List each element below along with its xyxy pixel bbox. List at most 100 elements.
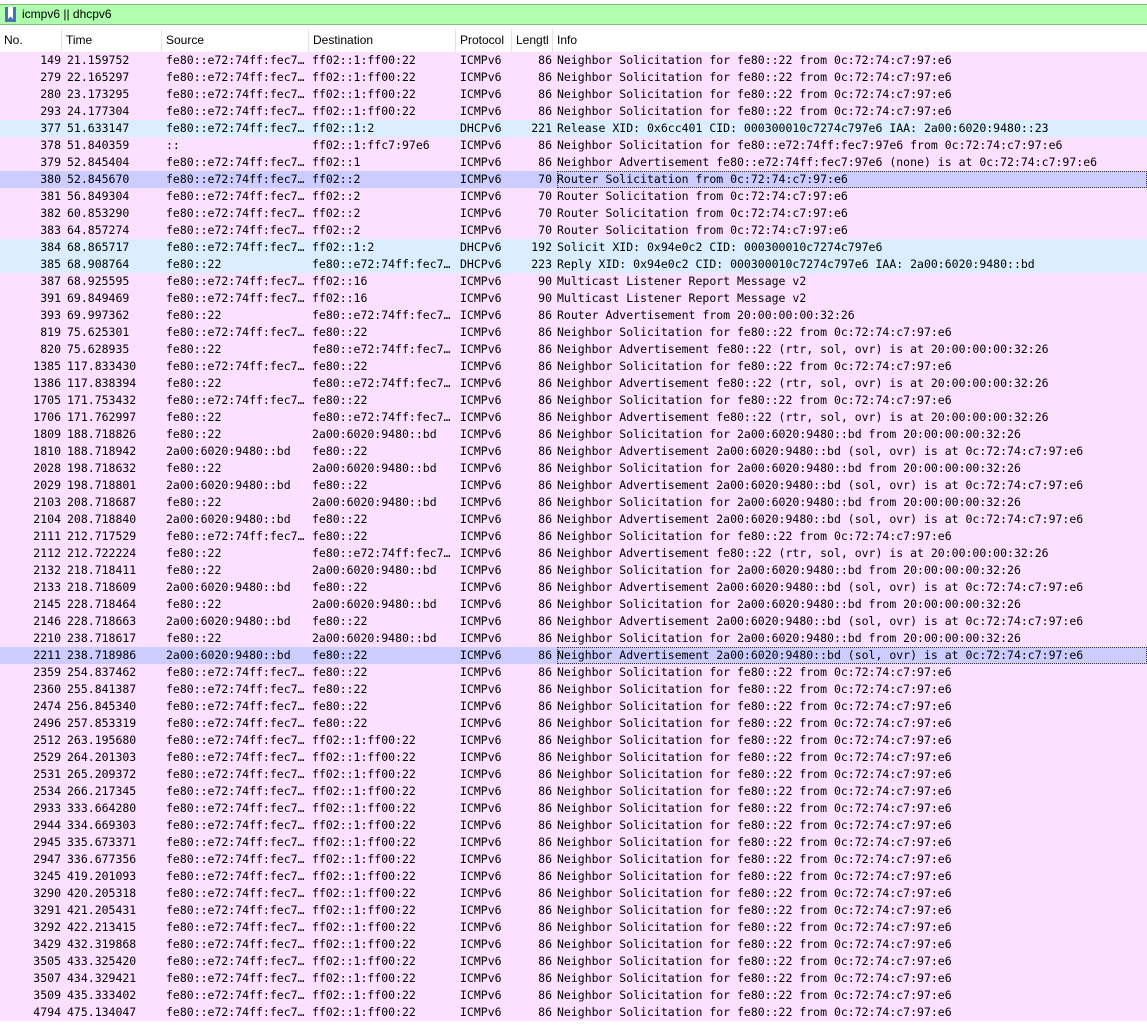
packet-time: 208.718687: [67, 495, 137, 509]
column-header-length[interactable]: Lengtl: [512, 29, 553, 52]
packet-row[interactable]: 2360 255.841387 fe80::e72:74ff:fec7… fe80::…: [0, 681, 1147, 698]
packet-row[interactable]: 2512 263.195680 fe80::e72:74ff:fec7… ff02::…: [0, 732, 1147, 749]
packet-row[interactable]: 2359 254.837462 fe80::e72:74ff:fec7… fe80::…: [0, 664, 1147, 681]
packet-row[interactable]: 1386 117.838394 fe80::22 fe80::e72:74ff:fec…: [0, 375, 1147, 392]
column-header-protocol[interactable]: Protocol: [456, 29, 512, 52]
packet-row[interactable]: 4794 475.134047 fe80::e72:74ff:fec7… ff02::…: [0, 1004, 1147, 1021]
packet-row[interactable]: 387 68.925595 fe80::e72:74ff:fec7… ff02::16…: [0, 273, 1147, 290]
packet-row[interactable]: 2112 212.722224 fe80::22 fe80::e72:74ff:fec…: [0, 545, 1147, 562]
packet-row[interactable]: 2947 336.677356 fe80::e72:74ff:fec7… ff02::…: [0, 851, 1147, 868]
packet-row[interactable]: 2211 238.718986 2a00:6020:9480::bd fe80::22…: [0, 647, 1147, 664]
packet-length: 86: [538, 699, 552, 713]
packet-number: 293: [40, 104, 61, 118]
packet-source: fe80::22: [166, 376, 222, 390]
packet-time: 212.722224: [67, 546, 137, 560]
packet-info: Neighbor Solicitation for fe80::22 from …: [557, 529, 952, 543]
packet-time: 238.718986: [67, 648, 137, 662]
packet-row[interactable]: 3290 420.205318 fe80::e72:74ff:fec7… ff02::…: [0, 885, 1147, 902]
packet-destination: ff02::1:ff00:22: [312, 87, 416, 101]
packet-source: fe80::22: [166, 546, 222, 560]
packet-source: fe80::e72:74ff:fec7…: [166, 852, 305, 866]
packet-row[interactable]: 2944 334.669303 fe80::e72:74ff:fec7… ff02::…: [0, 817, 1147, 834]
packet-row[interactable]: 3429 432.319868 fe80::e72:74ff:fec7… ff02::…: [0, 936, 1147, 953]
packet-row[interactable]: 3292 422.213415 fe80::e72:74ff:fec7… ff02::…: [0, 919, 1147, 936]
packet-row[interactable]: 380 52.845670 fe80::e72:74ff:fec7… ff02::2 I…: [0, 171, 1147, 188]
packet-row[interactable]: 2210 238.718617 fe80::22 2a00:6020:9480::bd…: [0, 630, 1147, 647]
packet-protocol: ICMPv6: [460, 308, 502, 322]
packet-row[interactable]: 2133 218.718609 2a00:6020:9480::bd fe80::22…: [0, 579, 1147, 596]
packet-source: fe80::e72:74ff:fec7…: [166, 835, 305, 849]
packet-destination: fe80::22: [312, 444, 368, 458]
packet-row[interactable]: 3245 419.201093 fe80::e72:74ff:fec7… ff02::…: [0, 868, 1147, 885]
packet-info: Multicast Listener Report Message v2: [557, 291, 807, 305]
packet-row[interactable]: 381 56.849304 fe80::e72:74ff:fec7… ff02::2 I…: [0, 188, 1147, 205]
packet-number: 383: [40, 223, 61, 237]
packet-list[interactable]: 149 21.159752 fe80::e72:74ff:fec7… ff02::1:…: [0, 52, 1147, 1026]
packet-time: 60.853290: [67, 206, 130, 220]
packet-number: 2104: [33, 512, 61, 526]
packet-number: 382: [40, 206, 61, 220]
packet-time: 68.865717: [67, 240, 130, 254]
packet-row[interactable]: 3507 434.329421 fe80::e72:74ff:fec7… ff02::…: [0, 970, 1147, 987]
packet-time: 218.718609: [67, 580, 137, 594]
packet-time: 51.840359: [67, 138, 130, 152]
packet-time: 56.849304: [67, 189, 130, 203]
packet-row[interactable]: 393 69.997362 fe80::22 fe80::e72:74ff:fec7……: [0, 307, 1147, 324]
packet-row[interactable]: 2474 256.845340 fe80::e72:74ff:fec7… fe80::…: [0, 698, 1147, 715]
packet-length: 70: [538, 206, 552, 220]
packet-row[interactable]: 2933 333.664280 fe80::e72:74ff:fec7… ff02::…: [0, 800, 1147, 817]
packet-source: fe80::e72:74ff:fec7…: [166, 206, 305, 220]
packet-info: Neighbor Solicitation for fe80::22 from …: [557, 920, 952, 934]
packet-row[interactable]: 377 51.633147 fe80::e72:74ff:fec7… ff02::1:…: [0, 120, 1147, 137]
packet-row[interactable]: 2945 335.673371 fe80::e72:74ff:fec7… ff02::…: [0, 834, 1147, 851]
packet-row[interactable]: 2104 208.718840 2a00:6020:9480::bd fe80::22…: [0, 511, 1147, 528]
column-header-source[interactable]: Source: [162, 29, 309, 52]
display-filter-input[interactable]: [22, 5, 1122, 24]
packet-row[interactable]: 280 23.173295 fe80::e72:74ff:fec7… ff02::1:…: [0, 86, 1147, 103]
packet-row[interactable]: 1809 188.718826 fe80::22 2a00:6020:9480::bd…: [0, 426, 1147, 443]
packet-row[interactable]: 379 52.845404 fe80::e72:74ff:fec7… ff02::1 I…: [0, 154, 1147, 171]
column-header-time[interactable]: Time: [62, 29, 162, 52]
packet-row[interactable]: 1705 171.753432 fe80::e72:74ff:fec7… fe80::…: [0, 392, 1147, 409]
packet-row[interactable]: 2145 228.718464 fe80::22 2a00:6020:9480::bd…: [0, 596, 1147, 613]
packet-row[interactable]: 1810 188.718942 2a00:6020:9480::bd fe80::22…: [0, 443, 1147, 460]
packet-number: 3245: [33, 869, 61, 883]
packet-row[interactable]: 384 68.865717 fe80::e72:74ff:fec7… ff02::1:…: [0, 239, 1147, 256]
packet-row[interactable]: 293 24.177304 fe80::e72:74ff:fec7… ff02::1:…: [0, 103, 1147, 120]
packet-length: 221: [531, 121, 552, 135]
display-filter-bar[interactable]: [0, 4, 1147, 25]
packet-number: 149: [40, 53, 61, 67]
packet-row[interactable]: 2111 212.717529 fe80::e72:74ff:fec7… fe80::…: [0, 528, 1147, 545]
packet-row[interactable]: 1385 117.833430 fe80::e72:74ff:fec7… fe80::…: [0, 358, 1147, 375]
packet-destination: ff02::2: [312, 206, 361, 220]
packet-row[interactable]: 2103 208.718687 fe80::22 2a00:6020:9480::bd…: [0, 494, 1147, 511]
packet-row[interactable]: 819 75.625301 fe80::e72:74ff:fec7… fe80::22…: [0, 324, 1147, 341]
packet-row[interactable]: 2029 198.718801 2a00:6020:9480::bd fe80::22…: [0, 477, 1147, 494]
packet-row[interactable]: 382 60.853290 fe80::e72:74ff:fec7… ff02::2 I…: [0, 205, 1147, 222]
packet-row[interactable]: 383 64.857274 fe80::e72:74ff:fec7… ff02::2 I…: [0, 222, 1147, 239]
packet-row[interactable]: 3291 421.205431 fe80::e72:74ff:fec7… ff02::…: [0, 902, 1147, 919]
packet-row[interactable]: 391 69.849469 fe80::e72:74ff:fec7… ff02::16…: [0, 290, 1147, 307]
packet-row[interactable]: 149 21.159752 fe80::e72:74ff:fec7… ff02::1:…: [0, 52, 1147, 69]
column-header-no[interactable]: No.: [0, 29, 62, 52]
packet-row[interactable]: 3505 433.325420 fe80::e72:74ff:fec7… ff02::…: [0, 953, 1147, 970]
packet-row[interactable]: 2146 228.718663 2a00:6020:9480::bd fe80::22…: [0, 613, 1147, 630]
packet-row[interactable]: 1706 171.762997 fe80::22 fe80::e72:74ff:fec…: [0, 409, 1147, 426]
packet-row[interactable]: 2028 198.718632 fe80::22 2a00:6020:9480::bd…: [0, 460, 1147, 477]
packet-row[interactable]: 378 51.840359:: ff02::1:ffc7:97e6 ICMPv6 86 N…: [0, 137, 1147, 154]
packet-row[interactable]: 3509 435.333402 fe80::e72:74ff:fec7… ff02::…: [0, 987, 1147, 1004]
packet-destination: ff02::1:ff00:22: [312, 937, 416, 951]
packet-row[interactable]: 2132 218.718411 fe80::22 2a00:6020:9480::bd…: [0, 562, 1147, 579]
packet-info: Neighbor Solicitation for fe80::22 from …: [557, 716, 952, 730]
packet-row[interactable]: 2534 266.217345 fe80::e72:74ff:fec7… ff02::…: [0, 783, 1147, 800]
packet-row[interactable]: 385 68.908764 fe80::22 fe80::e72:74ff:fec7……: [0, 256, 1147, 273]
bookmark-icon[interactable]: [3, 6, 19, 23]
column-header-destination[interactable]: Destination: [309, 29, 456, 52]
packet-info: Neighbor Solicitation for fe80::22 from …: [557, 903, 952, 917]
packet-row[interactable]: 820 75.628935 fe80::22 fe80::e72:74ff:fec7……: [0, 341, 1147, 358]
packet-row[interactable]: 2529 264.201303 fe80::e72:74ff:fec7… ff02::…: [0, 749, 1147, 766]
packet-row[interactable]: 2496 257.853319 fe80::e72:74ff:fec7… fe80::…: [0, 715, 1147, 732]
column-header-info[interactable]: Info: [553, 29, 1147, 52]
packet-row[interactable]: 279 22.165297 fe80::e72:74ff:fec7… ff02::1:…: [0, 69, 1147, 86]
packet-row[interactable]: 2531 265.209372 fe80::e72:74ff:fec7… ff02::…: [0, 766, 1147, 783]
